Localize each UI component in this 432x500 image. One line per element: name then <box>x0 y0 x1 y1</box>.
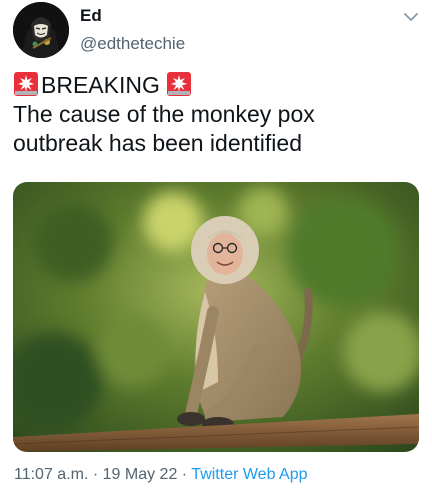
tweet-line-3: outbreak has been identified <box>13 130 302 156</box>
display-name[interactable]: Ed <box>80 6 102 26</box>
user-handle[interactable]: @edthetechie <box>80 34 185 54</box>
police-car-light-emoji <box>166 72 191 96</box>
separator: · <box>177 466 192 483</box>
tweet-source-link[interactable]: Twitter Web App <box>191 466 307 483</box>
tweet-date[interactable]: 19 May 22 <box>103 466 178 483</box>
tweet-time[interactable]: 11:07 a.m. <box>14 466 88 483</box>
tweet: Ed @edthetechie BREAKING The cause of th… <box>0 0 432 500</box>
chevron-down-icon <box>404 12 418 21</box>
more-options-button[interactable] <box>400 8 422 26</box>
separator: · <box>88 466 103 483</box>
tweet-line-1: BREAKING <box>13 71 423 100</box>
avatar[interactable] <box>13 2 69 58</box>
police-car-light-emoji <box>14 72 38 96</box>
breaking-label: BREAKING <box>41 72 160 98</box>
tweet-text: BREAKING The cause of the monkey pox out… <box>13 71 423 158</box>
tweet-line-2: The cause of the monkey pox <box>13 101 315 127</box>
tweet-metadata: 11:07 a.m. · 19 May 22 · Twitter Web App <box>14 466 308 484</box>
tweet-image[interactable] <box>13 182 419 452</box>
